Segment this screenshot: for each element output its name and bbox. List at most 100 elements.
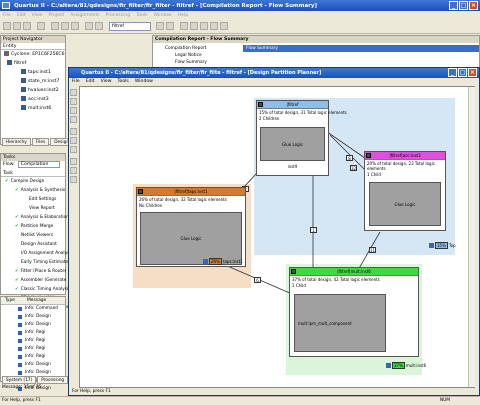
- planner-menu-view[interactable]: View: [101, 78, 112, 86]
- task-item[interactable]: Edit Settings: [1, 195, 65, 204]
- timing-icon[interactable]: [210, 22, 218, 30]
- report-item-legal-notice[interactable]: Legal Notice: [155, 52, 235, 59]
- task-item[interactable]: ✔ Assembler (Generate programming files): [1, 276, 109, 285]
- task-item[interactable]: ✔ Fitter (Place & Route): [1, 267, 66, 276]
- redo-icon[interactable]: [95, 22, 103, 30]
- open-file-icon[interactable]: [13, 22, 21, 30]
- paste-icon[interactable]: [71, 22, 79, 30]
- node-acc-glue-logic[interactable]: Glue Logic: [369, 182, 441, 226]
- maximize-button[interactable]: □: [459, 1, 468, 10]
- minimize-button[interactable]: _: [449, 1, 458, 10]
- tab-files[interactable]: Files: [31, 138, 50, 146]
- task-item[interactable]: ✔ Classic Timing Analysis: [1, 285, 70, 294]
- tab-hierarchy[interactable]: Hierarchy: [2, 138, 31, 146]
- flow-summary-header: Flow Summary: [243, 45, 479, 52]
- messages-col-message: Message: [27, 298, 47, 303]
- report-item-compilation-report[interactable]: Compilation Report: [155, 45, 235, 52]
- flow-select[interactable]: Compilation: [17, 161, 60, 168]
- menu-assignments[interactable]: Assignments: [70, 13, 99, 18]
- menu-view[interactable]: View: [32, 13, 43, 18]
- chip-planner-icon[interactable]: [166, 22, 174, 30]
- tree-item-filtref[interactable]: filtref: [1, 59, 65, 68]
- print-icon[interactable]: [37, 22, 45, 30]
- report-item-flow-summary[interactable]: Flow Summary: [155, 59, 235, 66]
- save-icon[interactable]: [23, 22, 31, 30]
- message-row[interactable]: Info: Design: [1, 361, 65, 369]
- taps-region-name: taps:inst1: [222, 259, 243, 264]
- node-filtref-glue-logic[interactable]: Glue Logic: [260, 127, 325, 161]
- show-connections-icon[interactable]: [70, 158, 77, 165]
- tab-system[interactable]: System (17): [2, 376, 37, 384]
- planner-minimize-button[interactable]: _: [448, 68, 457, 77]
- node-mult[interactable]: |filtref|mult:inst6 37% of total design,…: [289, 267, 419, 357]
- task-item[interactable]: Netlist Viewers: [1, 231, 65, 240]
- tree-item-mult[interactable]: mult:inst6: [1, 104, 65, 113]
- task-item[interactable]: ✔ Partition Merge: [1, 222, 65, 231]
- stop-icon[interactable]: [190, 22, 198, 30]
- new-file-icon[interactable]: [3, 22, 11, 30]
- tree-item-hvalues[interactable]: hvalues:inst2: [1, 86, 65, 95]
- message-row[interactable]: Info: Regi: [1, 337, 65, 345]
- zoom-in-icon[interactable]: [70, 98, 77, 105]
- menu-edit[interactable]: Edit: [17, 13, 26, 18]
- task-item[interactable]: ✔ Analysis & Synthesis: [1, 186, 65, 195]
- entity-node-icon: [291, 269, 296, 274]
- top-level-entity-dropdown[interactable]: filtref: [109, 22, 151, 31]
- message-row[interactable]: Info: Regi: [1, 329, 65, 337]
- analysis-icon[interactable]: [200, 22, 208, 30]
- programmer-icon[interactable]: [220, 22, 228, 30]
- task-item[interactable]: ✔ Analysis & Elaboration: [1, 213, 69, 222]
- task-item[interactable]: View Report: [1, 204, 65, 213]
- close-button[interactable]: ×: [469, 1, 478, 10]
- planner-maximize-button[interactable]: □: [458, 68, 467, 77]
- task-item[interactable]: Early Timing Estimate: [1, 258, 68, 267]
- tree-item-state-m[interactable]: state_m:inst7: [1, 77, 65, 86]
- tree-item-acc[interactable]: acc:inst3: [1, 95, 65, 104]
- menu-processing[interactable]: Processing: [106, 13, 131, 18]
- message-row[interactable]: Info: Command: [1, 305, 65, 313]
- partition-icon: [429, 243, 434, 248]
- message-row[interactable]: Info: Design: [1, 313, 65, 321]
- select-tool-icon[interactable]: [70, 89, 77, 96]
- create-partition-icon[interactable]: [70, 146, 77, 153]
- zoom-out-icon[interactable]: [70, 107, 77, 114]
- node-taps[interactable]: |filtref|taps:inst1 26% of total design,…: [136, 187, 246, 267]
- tree-item-taps[interactable]: taps:inst1: [1, 68, 65, 77]
- node-filtref[interactable]: |filtref 15% of total design, 31 Total l…: [256, 100, 347, 176]
- planner-close-button[interactable]: ×: [468, 68, 477, 77]
- settings-icon[interactable]: [156, 22, 164, 30]
- menu-window[interactable]: Window: [154, 13, 172, 18]
- planner-menu-edit[interactable]: Edit: [86, 78, 95, 86]
- edge-label: 1: [310, 227, 317, 233]
- message-row[interactable]: Info: Design: [1, 321, 65, 329]
- tree-item-device[interactable]: Cyclone: EP1C6F256C6: [1, 50, 65, 59]
- planner-canvas[interactable]: 2 8 32 1 6 11 |filtref 15% of total desi…: [79, 86, 475, 388]
- expand-entity-icon[interactable]: [70, 128, 77, 135]
- task-item[interactable]: ✔ Compile Design: [1, 177, 65, 186]
- menu-help[interactable]: Help: [178, 13, 188, 18]
- properties-icon[interactable]: [70, 176, 77, 183]
- message-row[interactable]: Info: Regi: [1, 345, 65, 353]
- copy-icon[interactable]: [61, 22, 69, 30]
- collapse-entity-icon[interactable]: [70, 137, 77, 144]
- tab-processing[interactable]: Processing: [37, 376, 69, 384]
- menu-project[interactable]: Project: [49, 13, 65, 18]
- compile-icon[interactable]: [180, 22, 188, 30]
- task-item[interactable]: I/O Assignment Analysis: [1, 249, 73, 258]
- task-item[interactable]: Design Assistant: [1, 240, 65, 249]
- node-taps-info-2: No Children: [139, 203, 163, 208]
- fit-window-icon[interactable]: [70, 116, 77, 123]
- canvas-vertical-scrollbar[interactable]: [468, 87, 475, 387]
- task-list: ✔ Compile Design ✔ Analysis & Synthesis Edi…: [1, 177, 109, 312]
- undo-icon[interactable]: [85, 22, 93, 30]
- bundle-connections-icon[interactable]: [70, 167, 77, 174]
- planner-menu-file[interactable]: File: [72, 78, 80, 86]
- node-acc[interactable]: |filtref|acc:inst3 20% of total design, …: [364, 151, 446, 231]
- cut-icon[interactable]: [51, 22, 59, 30]
- menu-file[interactable]: File: [3, 13, 11, 18]
- message-row[interactable]: Info: Regi: [1, 353, 65, 361]
- node-mult-component[interactable]: mult:lpm_mult_component: [294, 294, 386, 352]
- planner-menu-window[interactable]: Window: [135, 78, 153, 86]
- menu-tools[interactable]: Tools: [136, 13, 147, 18]
- planner-menu-tools[interactable]: Tools: [118, 78, 129, 86]
